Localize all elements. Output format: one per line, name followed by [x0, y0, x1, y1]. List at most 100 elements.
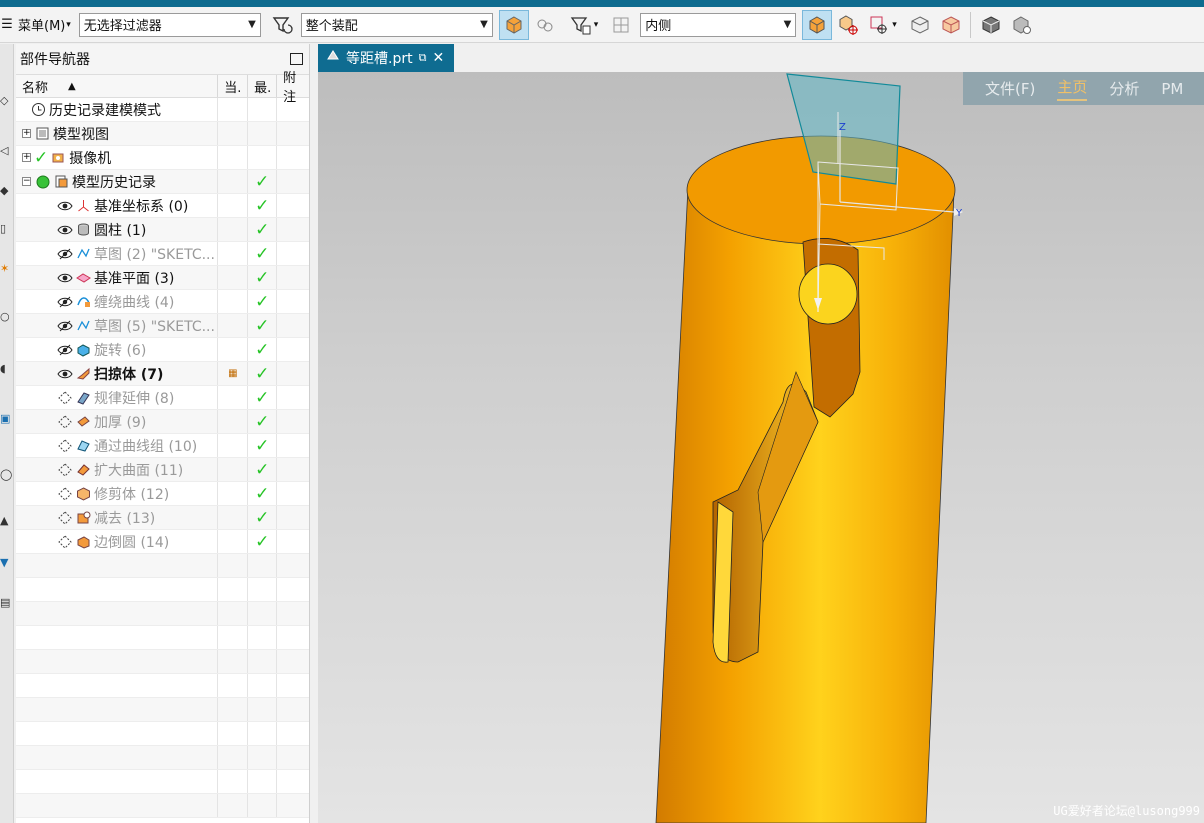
- tree-row[interactable]: 加厚 (9) ✓: [16, 410, 309, 434]
- tree-row-name-cell: 规律延伸 (8): [16, 386, 219, 409]
- select-body-button[interactable]: [498, 9, 529, 40]
- render-settings-button[interactable]: [1007, 10, 1037, 40]
- snap-point-button[interactable]: [606, 10, 636, 40]
- column-name[interactable]: 名称 ▲: [16, 75, 219, 97]
- history-icon[interactable]: ◖: [0, 362, 12, 376]
- ribbon-tab[interactable]: 主页: [1057, 76, 1088, 101]
- hidden-diamond-icon[interactable]: [56, 461, 73, 478]
- render-style-button[interactable]: [976, 10, 1006, 40]
- checkmark-icon[interactable]: ✓: [34, 148, 48, 168]
- funnel-reset-icon: [272, 16, 293, 34]
- eye-icon[interactable]: [56, 221, 73, 238]
- tree-row[interactable]: 规律延伸 (8) ✓: [16, 386, 309, 410]
- tree-row-current-cell: [218, 338, 249, 361]
- tree-row[interactable]: 旋转 (6) ✓: [16, 338, 309, 362]
- tree-row-label: 减去 (13): [94, 510, 156, 527]
- eye-hidden-icon[interactable]: [56, 341, 73, 358]
- expand-toggle-icon[interactable]: +: [22, 153, 31, 162]
- chevron-down-icon[interactable]: ▾: [594, 20, 599, 30]
- tree-row[interactable]: 修剪体 (12) ✓: [16, 482, 309, 506]
- hidden-diamond-icon[interactable]: [56, 413, 73, 430]
- tree-row[interactable]: 边倒圆 (14) ✓: [16, 530, 309, 554]
- maximize-icon[interactable]: [290, 53, 303, 65]
- undock-icon[interactable]: ⧉: [419, 51, 427, 65]
- document-tab[interactable]: 等距槽.prt ⧉ ✕: [318, 44, 454, 72]
- type-filter-button[interactable]: [566, 10, 596, 40]
- process-studio-icon[interactable]: ▣: [0, 412, 12, 426]
- tree-row-notes-cell: [277, 338, 309, 361]
- column-notes[interactable]: 附注: [277, 71, 309, 105]
- clock-icon: [30, 101, 47, 118]
- tree-row[interactable]: 圆柱 (1) ✓: [16, 218, 309, 242]
- tree-row-latest-cell: ✓: [248, 218, 278, 241]
- section-view-button[interactable]: [905, 10, 935, 40]
- hidden-diamond-icon[interactable]: [56, 485, 73, 502]
- resource-bar: ◇ ◁ ◆ ▯ ✶ ○ ◖ ▣ ◯ ▲ ▼ ▤: [0, 44, 14, 823]
- eye-hidden-icon[interactable]: [56, 245, 73, 262]
- menu-button[interactable]: ☰ 菜单(M) ▾: [0, 12, 75, 38]
- eye-hidden-icon[interactable]: [56, 293, 73, 310]
- tree-row-notes-cell: [277, 242, 309, 265]
- chevron-down-icon[interactable]: ▾: [892, 20, 897, 30]
- navigator-title: 部件导航器: [20, 52, 90, 68]
- close-icon[interactable]: ✕: [432, 50, 444, 66]
- column-latest[interactable]: 最.: [248, 75, 278, 97]
- checkmark-icon: ✓: [255, 363, 270, 384]
- tree-row[interactable]: + ✓ 摄像机: [16, 146, 309, 170]
- tree-row[interactable]: + 模型视图: [16, 122, 309, 146]
- tree-row[interactable]: − 模型历史记录 ✓: [16, 170, 309, 194]
- eye-icon[interactable]: [56, 365, 73, 382]
- dropdown-arrow-icon: ▼: [248, 19, 256, 30]
- tree-row-label: 扩大曲面 (11): [94, 462, 184, 479]
- point-snap-button[interactable]: [864, 10, 894, 40]
- tree-row-notes-cell: [277, 434, 309, 457]
- tree-row[interactable]: 历史记录建模模式: [16, 98, 309, 122]
- hidden-diamond-icon[interactable]: [56, 533, 73, 550]
- tree-row-name-cell: 修剪体 (12): [16, 482, 219, 505]
- tree-row[interactable]: 减去 (13) ✓: [16, 506, 309, 530]
- sketch-palette-icon[interactable]: ▤: [0, 596, 12, 610]
- roles-icon[interactable]: ▲: [0, 514, 12, 528]
- filter-reset-button[interactable]: [267, 10, 297, 40]
- hd3d-icon[interactable]: ✶: [0, 262, 12, 276]
- tree-row[interactable]: 基准平面 (3) ✓: [16, 266, 309, 290]
- tree-row[interactable]: 草图 (5) "SKETC... ✓: [16, 314, 309, 338]
- tree-row[interactable]: 扩大曲面 (11) ✓: [16, 458, 309, 482]
- select-feature-button[interactable]: [530, 10, 560, 40]
- system-scenes-icon[interactable]: ▼: [0, 556, 12, 570]
- column-current[interactable]: 当.: [218, 75, 249, 97]
- tree-row-name-cell: 历史记录建模模式: [16, 98, 219, 121]
- constraint-icon[interactable]: ◆: [0, 184, 12, 198]
- assembly-scope-dropdown[interactable]: 整个装配 ▼: [300, 12, 493, 37]
- hidden-diamond-icon[interactable]: [56, 437, 73, 454]
- web-browser-icon[interactable]: ○: [0, 310, 12, 324]
- eye-icon[interactable]: [56, 269, 73, 286]
- expand-toggle-icon[interactable]: +: [22, 129, 31, 138]
- hidden-diamond-icon[interactable]: [56, 389, 73, 406]
- clip-section-button[interactable]: [936, 10, 966, 40]
- ribbon-tab[interactable]: 分析: [1109, 78, 1139, 99]
- eye-icon[interactable]: [56, 197, 73, 214]
- eye-hidden-icon[interactable]: [56, 317, 73, 334]
- ribbon-tab[interactable]: 文件(F): [985, 78, 1035, 99]
- expand-toggle-icon[interactable]: −: [22, 177, 31, 186]
- selection-filter-dropdown[interactable]: 无选择过滤器 ▼: [78, 12, 261, 37]
- tree-row[interactable]: 扫掠体 (7) ▦ ✓: [16, 362, 309, 386]
- part-icon[interactable]: ◇: [0, 94, 12, 108]
- tree-row-notes-cell: [277, 530, 309, 553]
- tree-row[interactable]: 草图 (2) "SKETC... ✓: [16, 242, 309, 266]
- tree-row[interactable]: 基准坐标系 (0) ✓: [16, 194, 309, 218]
- reuse-library-icon[interactable]: ▯: [0, 222, 12, 236]
- assembly-icon[interactable]: ◁: [0, 144, 12, 158]
- tree-row-name-cell: + 模型视图: [16, 122, 219, 145]
- system-materials-icon[interactable]: ◯: [0, 468, 12, 482]
- tree-row[interactable]: 缠绕曲线 (4) ✓: [16, 290, 309, 314]
- shaded-with-edges-button[interactable]: [802, 9, 833, 40]
- hidden-diamond-icon[interactable]: [56, 509, 73, 526]
- ribbon-tab[interactable]: PM: [1161, 80, 1183, 98]
- tree-row[interactable]: 通过曲线组 (10) ✓: [16, 434, 309, 458]
- graphics-window[interactable]: Z Y 文件(F) 主页 分析 PM UG爱好者论坛@lusong999: [318, 72, 1204, 823]
- datum-csys-icon: [75, 197, 92, 214]
- orient-view-button[interactable]: [833, 10, 863, 40]
- side-dropdown[interactable]: 内侧 ▼: [640, 12, 797, 37]
